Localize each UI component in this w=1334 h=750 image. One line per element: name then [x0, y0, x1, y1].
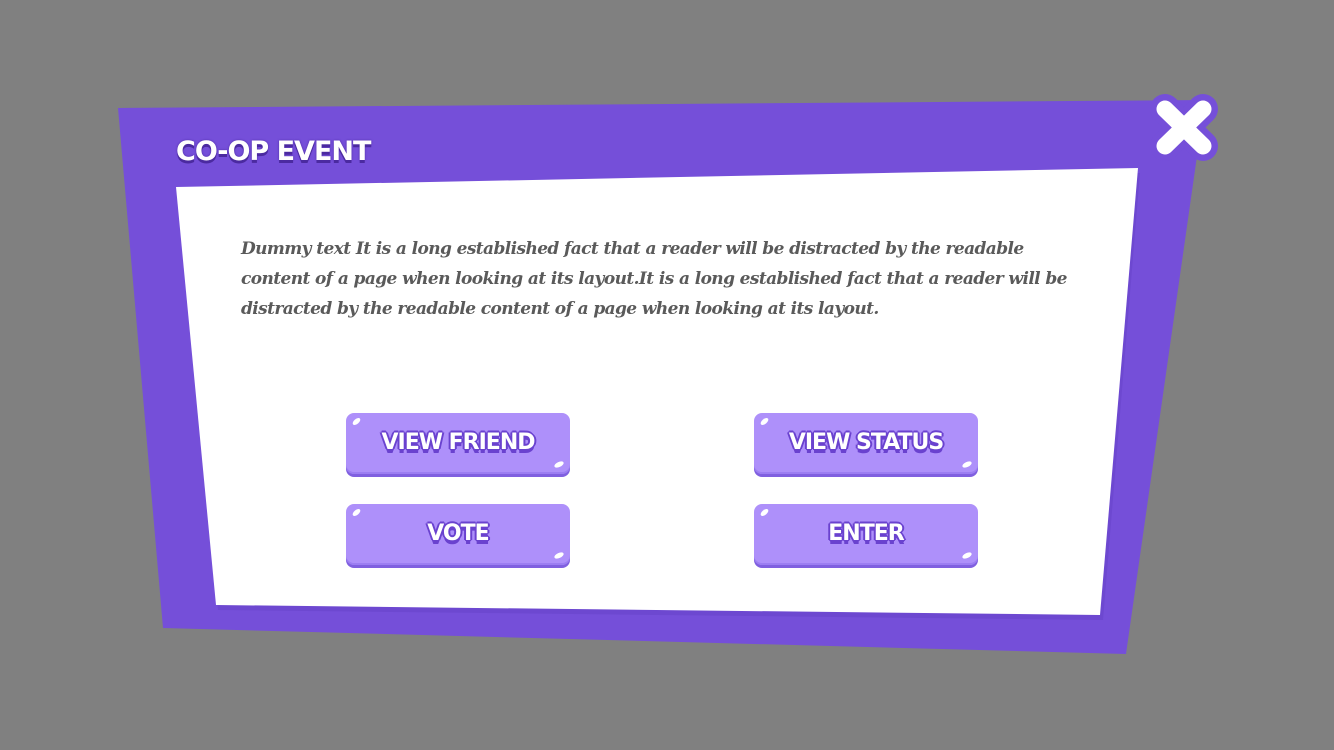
button-shine	[961, 460, 973, 469]
game-screen: CO-OP EVENT Dummy text It is a long esta…	[0, 0, 1334, 750]
button-shine	[351, 507, 362, 518]
vote-label: VOTE	[427, 521, 489, 546]
button-shine	[553, 460, 565, 469]
close-button[interactable]	[1148, 92, 1222, 164]
dialog-title: CO-OP EVENT	[176, 136, 371, 167]
view-friend-label: VIEW FRIEND	[381, 430, 535, 455]
button-shine	[351, 416, 362, 427]
view-status-button[interactable]: VIEW STATUS	[754, 413, 978, 474]
button-shine	[759, 416, 770, 427]
button-shine	[759, 507, 770, 518]
close-icon	[1150, 94, 1218, 161]
vote-button[interactable]: VOTE	[346, 504, 570, 565]
dialog-frame	[118, 100, 1205, 654]
dialog-body-text: Dummy text It is a long established fact…	[241, 239, 1067, 319]
enter-button[interactable]: ENTER	[754, 504, 978, 565]
view-status-label: VIEW STATUS	[788, 430, 944, 455]
view-friend-button[interactable]: VIEW FRIEND	[346, 413, 570, 474]
button-shine	[961, 551, 973, 560]
button-shine	[553, 551, 565, 560]
enter-label: ENTER	[828, 521, 904, 546]
